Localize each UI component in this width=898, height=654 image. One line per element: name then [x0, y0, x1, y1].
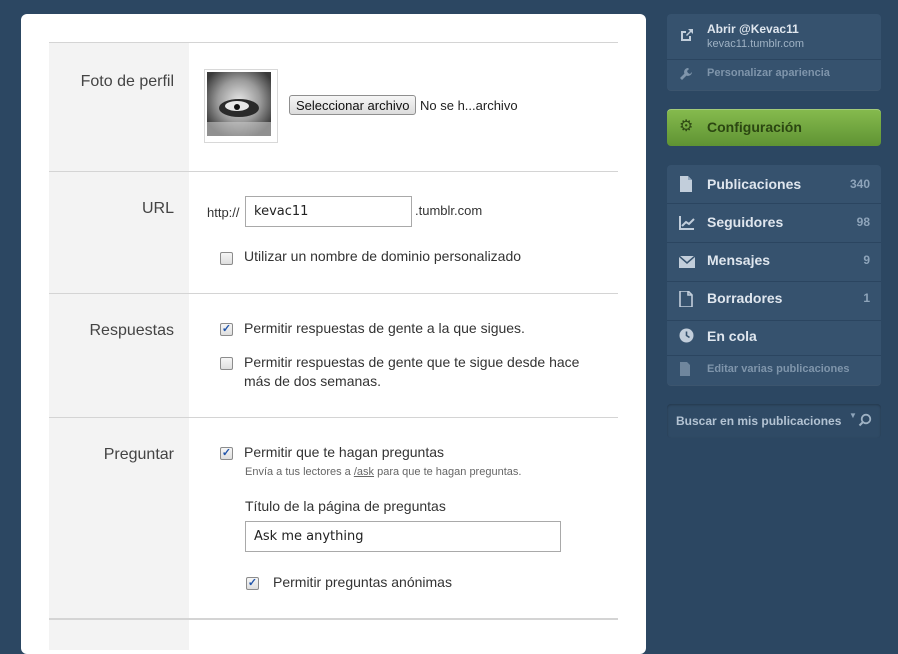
url-input[interactable]	[245, 196, 412, 227]
nav-item-queue[interactable]: En cola	[667, 321, 881, 355]
ask-hint-before: Envía a tus lectores a	[245, 466, 354, 478]
ask-label: Preguntar	[103, 446, 174, 463]
profile-photo-row: Foto de perfil Seleccionar archivo No se…	[49, 42, 618, 171]
nav-item-drafts[interactable]: Borradores 1	[667, 282, 881, 320]
nav-count-drafts: 1	[863, 291, 870, 305]
draft-icon	[679, 291, 693, 307]
replies-followers-checkbox[interactable]	[220, 357, 233, 370]
search-icon[interactable]	[858, 413, 872, 427]
open-blog-link[interactable]: Abrir @Kevac11 kevac11.tumblr.com	[667, 14, 881, 59]
mass-edit-label: Editar varias publicaciones	[707, 363, 850, 375]
document-icon	[680, 176, 692, 192]
ask-row: Preguntar ✓ Permitir que te hagan pregun…	[49, 417, 618, 619]
ask-page-title-input[interactable]	[245, 521, 561, 552]
ask-link[interactable]: /ask	[354, 466, 374, 478]
chevron-down-icon[interactable]: ▼	[849, 411, 857, 420]
wrench-icon	[680, 68, 692, 80]
anonymous-questions-label: Permitir preguntas anónimas	[273, 574, 452, 590]
nav-item-messages[interactable]: Mensajes 9	[667, 243, 881, 281]
nav-label-posts: Publicaciones	[707, 176, 802, 192]
documents-icon	[680, 362, 690, 376]
chart-icon	[679, 216, 695, 230]
nav-count-messages: 9	[863, 253, 870, 267]
blog-url: kevac11.tumblr.com	[707, 38, 805, 50]
replies-row: Respuestas ✓ Permitir respuestas de gent…	[49, 293, 618, 417]
replies-followers-label: Permitir respuestas de gente que te sigu…	[244, 354, 580, 389]
url-row: URL http:// .tumblr.com Utilizar un nomb…	[49, 171, 618, 293]
replies-label: Respuestas	[89, 322, 175, 339]
ask-hint-after: para que te hagan preguntas.	[374, 466, 522, 478]
choose-file-button[interactable]: Seleccionar archivo	[289, 95, 417, 115]
nav-count-posts: 340	[849, 177, 870, 191]
search-input[interactable]: Buscar en mis publicaciones	[676, 414, 841, 428]
blog-title: Abrir @Kevac11	[707, 22, 799, 36]
allow-questions-label: Permitir que te hagan preguntas	[244, 444, 445, 460]
nav-label-messages: Mensajes	[707, 252, 771, 268]
avatar-image	[207, 72, 271, 136]
allow-questions-checkbox[interactable]: ✓	[220, 447, 233, 460]
url-label: URL	[141, 200, 174, 217]
nav-label-queue: En cola	[707, 328, 757, 344]
settings-label: Configuración	[707, 119, 802, 135]
customize-link[interactable]: Personalizar apariencia	[667, 60, 881, 90]
settings-panel: Foto de perfil Seleccionar archivo No se…	[21, 14, 646, 654]
profile-photo-label: Foto de perfil	[80, 73, 174, 90]
external-link-icon	[681, 29, 693, 41]
file-status-text: No se h...archivo	[420, 98, 518, 113]
envelope-icon	[679, 256, 695, 268]
replies-following-label: Permitir respuestas de gente a la que si…	[244, 320, 525, 336]
anonymous-questions-checkbox[interactable]: ✓	[246, 577, 259, 590]
clock-icon	[679, 328, 694, 343]
ask-hint: Envía a tus lectores a /ask para que te …	[245, 466, 521, 478]
next-row	[49, 619, 618, 650]
mass-edit-link[interactable]: Editar varias publicaciones	[667, 356, 881, 385]
avatar	[204, 69, 278, 143]
customize-label: Personalizar apariencia	[707, 67, 830, 79]
replies-following-checkbox[interactable]: ✓	[220, 323, 233, 336]
blog-box: Abrir @Kevac11 kevac11.tumblr.com Person…	[667, 14, 881, 90]
nav-box: Publicaciones 340 Seguidores 98 Mensajes…	[667, 165, 881, 385]
nav-item-followers[interactable]: Seguidores 98	[667, 204, 881, 242]
url-prefix: http://	[207, 205, 240, 220]
nav-count-followers: 98	[856, 215, 870, 229]
settings-button[interactable]: ⚙ Configuración	[667, 109, 881, 146]
nav-label-drafts: Borradores	[707, 290, 783, 306]
custom-domain-checkbox[interactable]	[220, 252, 233, 265]
nav-label-followers: Seguidores	[707, 214, 784, 230]
gear-icon: ⚙	[679, 118, 694, 135]
url-suffix: .tumblr.com	[415, 203, 483, 218]
nav-item-posts[interactable]: Publicaciones 340	[667, 165, 881, 203]
ask-page-title-label: Título de la página de preguntas	[245, 498, 446, 514]
custom-domain-label: Utilizar un nombre de dominio personaliz…	[244, 248, 522, 264]
search-box[interactable]: Buscar en mis publicaciones ▼	[667, 404, 881, 438]
